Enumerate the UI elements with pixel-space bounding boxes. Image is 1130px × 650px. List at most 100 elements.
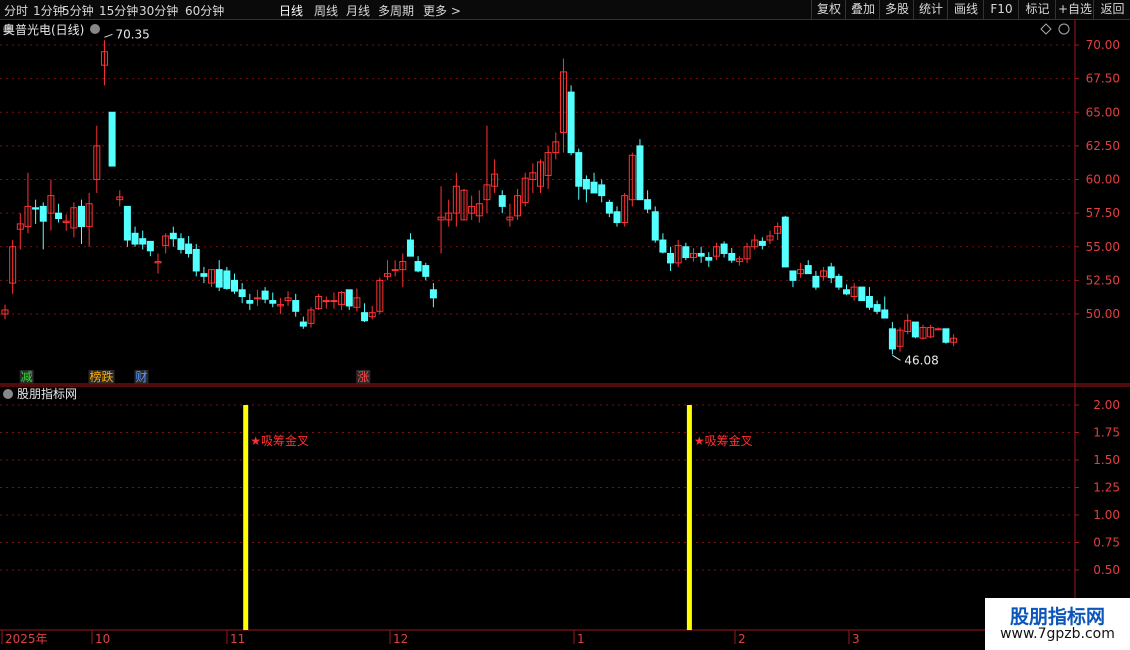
period-tab-9[interactable]: 多周期 [378,2,414,19]
candle-body [422,265,430,277]
candle-body [781,216,789,268]
toolbar-button-4[interactable]: 画线 [947,0,984,19]
candle-body [605,201,613,214]
x-axis-label: 2 [738,632,746,646]
watermark-line2: www.7gpzb.com [1000,626,1115,642]
toolbar-button-1[interactable]: 叠加 [845,0,880,19]
candle-body [55,212,63,220]
candle-body [812,275,820,288]
candle-body [843,289,850,295]
candle-body [697,252,705,257]
ind-y-tick-label: 1.50 [1093,453,1120,467]
candle-body [911,321,919,338]
signal-bar [686,405,692,630]
candle-body [575,152,583,187]
candle-body [659,239,667,253]
toolbar-button-7[interactable]: +自选 [1055,0,1094,19]
toolbar-button-2[interactable]: 多股 [879,0,914,19]
ind-y-tick-label: 1.75 [1093,426,1120,440]
candle-body [345,289,353,307]
indicator-menu-icon[interactable] [3,389,13,399]
event-tag-label: 减 [21,370,33,384]
high-price-label: 70.35 [115,27,149,41]
candle-body [705,257,713,261]
period-tab-6[interactable]: 日线 [279,2,303,19]
ind-y-tick-label: 2.00 [1093,398,1120,412]
candle-body [391,269,399,272]
main-y-tick-label: 55.00 [1086,240,1120,254]
toolbar-button-3[interactable]: 统计 [913,0,948,19]
candle-body [881,309,889,319]
low-price-label: 46.08 [904,353,938,367]
main-y-tick-label: 67.50 [1086,72,1120,86]
candle-body [223,270,231,289]
candle-body [406,239,414,257]
candle-body [361,312,369,322]
period-tab-7[interactable]: 周线 [314,2,338,19]
watermark-line1: 股朋指标网 [1009,606,1105,628]
event-tag-label: 财 [135,370,147,384]
period-tab-5[interactable]: 60分钟 [185,2,224,19]
period-tab-0[interactable]: 分时 [4,2,28,19]
x-axis-label: 3 [852,632,860,646]
candle-body [253,297,261,300]
period-tab-10[interactable]: 更多 > [423,2,461,19]
candle-body [758,240,766,246]
toolbar-button-0[interactable]: 复权 [811,0,846,19]
candle-body [123,205,131,241]
signal-label: ★吸筹金叉 [694,433,753,448]
period-tab-8[interactable]: 月线 [346,2,370,19]
candle-body [169,232,177,240]
toolbar: 分时 1分钟 5分钟 15分钟 30分钟 60分钟 日线 周线 月线 多周期 更多 > 复权 叠加 多股统… [0,0,1130,20]
diamond-icon[interactable] [1040,23,1052,35]
toolbar-button-5[interactable]: F10 [983,0,1019,19]
toolbar-button-8[interactable]: 返回 [1093,0,1130,19]
candle-body [720,243,728,254]
candle-body [942,328,950,343]
signal-label: ★吸筹金叉 [250,433,309,448]
candle-body [835,275,843,288]
candle-body [177,238,185,250]
candle-body [32,207,40,210]
settings-circle-icon[interactable] [1058,23,1070,35]
period-tab-3[interactable]: 15分钟 [99,2,138,19]
candle-body [667,252,675,264]
main-y-tick-label: 60.00 [1086,173,1120,187]
ind-y-tick-label: 0.75 [1093,536,1120,550]
candle-body [131,232,139,245]
candle-body [728,252,736,261]
main-y-tick-label: 65.00 [1086,105,1120,119]
x-axis-label: 1 [577,632,585,646]
high-pointer [104,33,113,38]
ind-y-tick-label: 1.25 [1093,481,1120,495]
chart-area: 70.00 67.50 65.00 62.50 60.00 57.50 55.00 52.50… [0,20,1130,646]
candle-body [261,290,269,300]
main-title-menu-icon[interactable] [90,24,100,34]
candle-body [330,300,338,303]
candle-body [200,273,208,277]
candle-body [238,289,246,298]
candle-body [231,279,238,292]
candle-body [651,211,659,241]
period-tab-4[interactable]: 30分钟 [139,2,178,19]
candle-body [934,328,942,331]
candle-body [858,286,866,302]
indicator-panel-title: 股朋指标网 [17,386,77,401]
candle-body [78,205,85,228]
period-tab-2[interactable]: 5分钟 [62,2,94,19]
candle-body [246,300,254,304]
candle-body [322,300,330,303]
candle-body [292,300,300,312]
period-tab-1[interactable]: 1分钟 [33,2,65,19]
candle-body [827,266,835,279]
main-y-tick-label: 52.50 [1086,273,1120,287]
candle-body [567,91,575,154]
candle-body [613,211,621,224]
candle-body [215,269,223,288]
toolbar-button-6[interactable]: 标记 [1018,0,1056,19]
candle-body [39,205,47,222]
candle-body [139,238,147,245]
candle-body [498,195,506,207]
signal-bar [243,405,249,630]
candle-body [644,199,652,210]
